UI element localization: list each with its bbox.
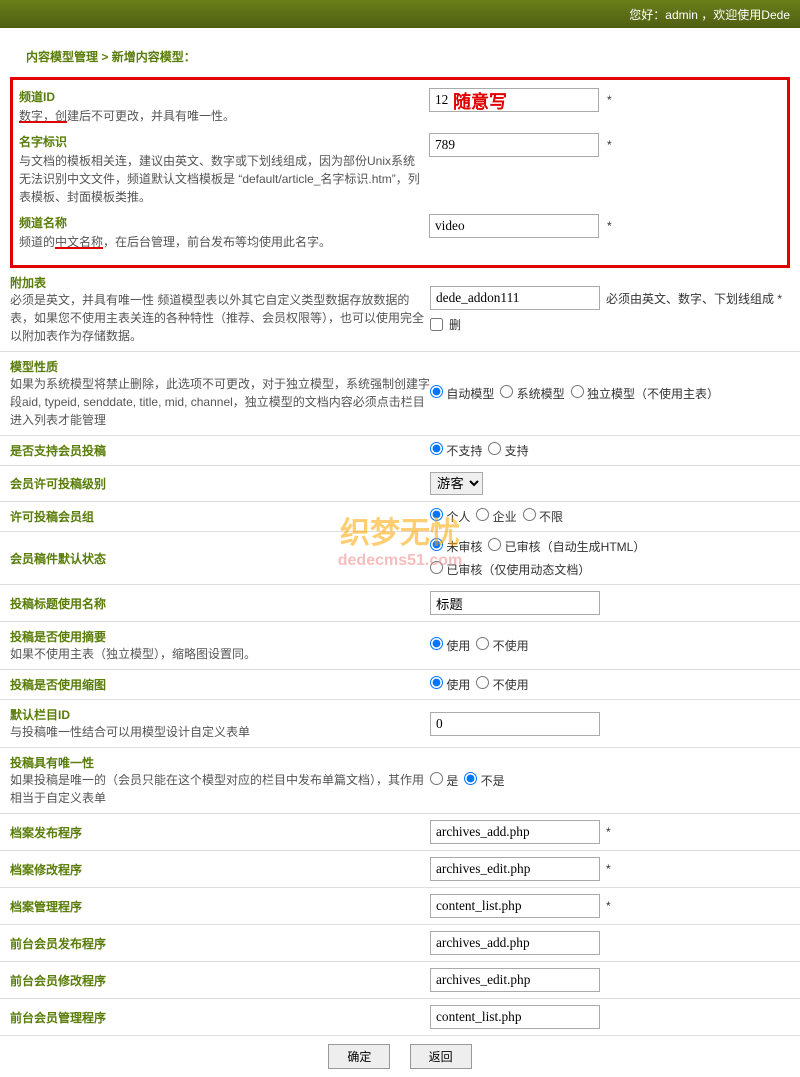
addon-desc: 必须是英文，并具有唯一性 频道模型表以外其它自定义类型数据存放数据的表，如果您不… [10,291,430,345]
member-radio-1[interactable]: 支持 [488,442,528,459]
back-button[interactable]: 返回 [410,1044,472,1069]
addon-title: 附加表 [10,274,430,291]
ok-button[interactable]: 确定 [328,1044,390,1069]
row-addon: 附加表必须是英文，并具有唯一性 频道模型表以外其它自定义类型数据存放数据的表，如… [0,268,800,352]
welcome-text: 您好：admin ，欢迎使用Dede [629,8,790,22]
top-bar: 您好：admin ，欢迎使用Dede [0,0,800,28]
button-row: 确定 返回 [0,1036,800,1077]
editprog-input[interactable] [430,857,600,881]
modtype-title: 模型性质 [10,358,430,375]
row-defcol: 默认栏目ID与投稿唯一性结合可以用模型设计自定义表单 [0,700,800,748]
name-tag-input[interactable] [429,133,599,157]
channel-name-desc: 频道的中文名称，在后台管理，前台发布等均使用此名字。 [19,235,331,249]
row-addprog: 档案发布程序* [0,814,800,851]
group-radio-2[interactable]: 不限 [523,508,563,525]
defcol-title: 默认栏目ID [10,706,430,723]
mgrprog-input[interactable] [430,894,600,918]
group-radio-0[interactable]: 个人 [430,508,470,525]
usesum-radio-0[interactable]: 使用 [430,637,470,654]
modtype-radio-2[interactable]: 独立模型（不使用主表） [571,385,719,402]
titlename-input[interactable] [430,591,600,615]
row-feditprog: 前台会员修改程序 [0,962,800,999]
addon-input[interactable] [430,286,600,310]
group-title: 许可投稿会员组 [10,508,430,525]
titlename-title: 投稿标题使用名称 [10,595,430,612]
rank-select[interactable]: 游客 [430,472,483,495]
row-editprog: 档案修改程序* [0,851,800,888]
faddprog-input[interactable] [430,931,600,955]
feditprog-input[interactable] [430,968,600,992]
name-tag-title: 名字标识 [19,133,421,150]
unique-radio-1[interactable]: 不是 [464,772,504,789]
row-rank: 会员许可投稿级别游客 [0,466,800,502]
status-title: 会员稿件默认状态 [10,550,430,567]
usethumb-radio-0[interactable]: 使用 [430,676,470,693]
unique-desc: 如果投稿是唯一的（会员只能在这个模型对应的栏目中发布单篇文档），其作用相当于自定… [10,771,430,807]
group-radio-1[interactable]: 企业 [476,508,516,525]
usesum-title: 投稿是否使用摘要 [10,628,430,645]
usesum-radio-1[interactable]: 不使用 [476,637,528,654]
fmgrprog-input[interactable] [430,1005,600,1029]
channel-name-title: 频道名称 [19,214,421,231]
channel-id-desc: 数字，创建后不可更改，并具有唯一性。 [19,109,235,123]
faddprog-title: 前台会员发布程序 [10,935,430,952]
usethumb-title: 投稿是否使用缩图 [10,676,430,693]
unique-radio-0[interactable]: 是 [430,772,458,789]
name-tag-desc: 与文档的模板相关连，建议由英文、数字或下划线组成，因为部份Unix系统无法识别中… [19,154,420,204]
addon-del-check[interactable] [430,318,443,331]
row-mgrprog: 档案管理程序* [0,888,800,925]
editprog-title: 档案修改程序 [10,861,430,878]
row-group: 许可投稿会员组 个人 企业 不限 [0,502,800,532]
usethumb-radio-1[interactable]: 不使用 [476,676,528,693]
mgrprog-title: 档案管理程序 [10,898,430,915]
status-radio-2[interactable]: 已审核（仅使用动态文档） [430,561,590,578]
status-radio-0[interactable]: 未审核 [430,538,482,555]
row-titlename: 投稿标题使用名称 [0,585,800,622]
breadcrumb: 内容模型管理 > 新增内容模型： [10,40,790,73]
row-fmgrprog: 前台会员管理程序 [0,999,800,1036]
feditprog-title: 前台会员修改程序 [10,972,430,989]
channel-id-title: 频道ID [19,88,421,105]
status-radio-1[interactable]: 已审核（自动生成HTML） [488,538,645,555]
fmgrprog-title: 前台会员管理程序 [10,1009,430,1026]
addprog-title: 档案发布程序 [10,824,430,841]
channel-name-input[interactable] [429,214,599,238]
hint-label: 随意写 [453,88,507,114]
unique-title: 投稿具有唯一性 [10,754,430,771]
row-modtype: 模型性质如果为系统模型将禁止删除，此选项不可更改，对于独立模型，系统强制创建字段… [0,352,800,436]
row-usethumb: 投稿是否使用缩图 使用 不使用 [0,670,800,700]
member-title: 是否支持会员投稿 [10,442,430,459]
defcol-input[interactable] [430,712,600,736]
row-status: 会员稿件默认状态 未审核 已审核（自动生成HTML） 已审核（仅使用动态文档） [0,532,800,585]
modtype-desc: 如果为系统模型将禁止删除，此选项不可更改，对于独立模型，系统强制创建字段aid,… [10,375,430,429]
modtype-radio-0[interactable]: 自动模型 [430,385,494,402]
row-member: 是否支持会员投稿 不支持 支持 [0,436,800,466]
addprog-input[interactable] [430,820,600,844]
highlight-box: 随意写 频道ID 数字，创建后不可更改，并具有唯一性。 * 名字标识 与文档的模… [10,77,790,268]
row-usesum: 投稿是否使用摘要如果不使用主表（独立模型），缩略图设置同。 使用 不使用 [0,622,800,670]
row-unique: 投稿具有唯一性如果投稿是唯一的（会员只能在这个模型对应的栏目中发布单篇文档），其… [0,748,800,814]
modtype-radio-1[interactable]: 系统模型 [500,385,564,402]
defcol-desc: 与投稿唯一性结合可以用模型设计自定义表单 [10,723,430,741]
member-radio-0[interactable]: 不支持 [430,442,482,459]
row-faddprog: 前台会员发布程序 [0,925,800,962]
rank-title: 会员许可投稿级别 [10,475,430,492]
usesum-desc: 如果不使用主表（独立模型），缩略图设置同。 [10,645,430,663]
